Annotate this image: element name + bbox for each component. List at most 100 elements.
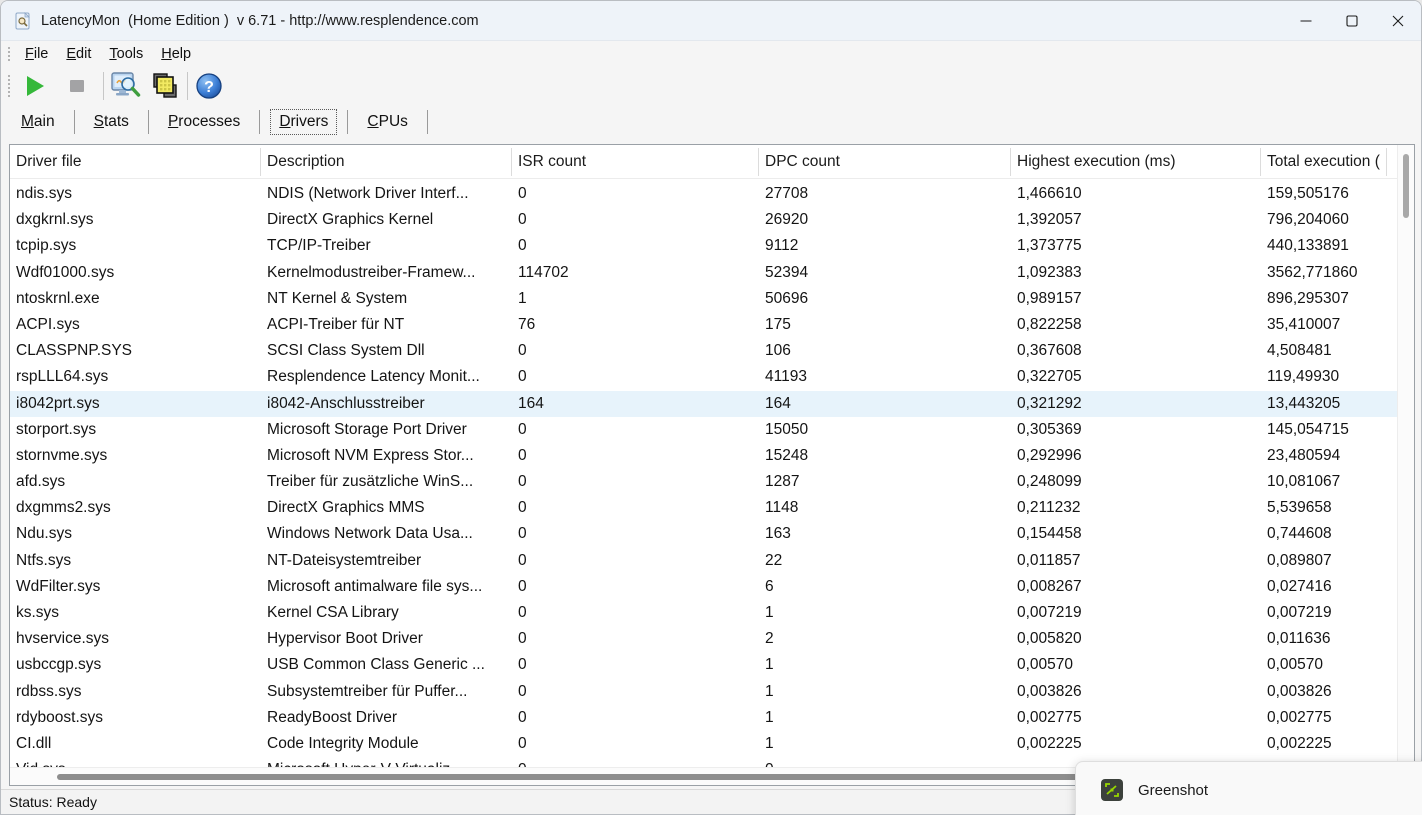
table-row[interactable]: rdbss.sys Subsystemtreiber für Puffer...… [10, 679, 1399, 705]
cell-highest-execution: 0,002225 [1017, 734, 1082, 752]
cell-total-execution: 159,505176 [1267, 185, 1349, 202]
cell-dpc-count: 9112 [765, 237, 799, 255]
table-row[interactable]: i8042prt.sys i8042-Anschlusstreiber 164 … [10, 390, 1399, 417]
cell-dpc-count: 27708 [765, 185, 809, 202]
cell-dpc-count: 1 [765, 734, 774, 752]
greenshot-toast[interactable]: Greenshot [1075, 761, 1422, 815]
cell-total-execution: 10,081067 [1267, 473, 1341, 491]
cell-dpc-count: 41193 [765, 368, 807, 386]
maximize-button[interactable] [1329, 1, 1375, 41]
table-row[interactable]: Ntfs.sys NT-Dateisystemtreiber 0 22 0,01… [10, 548, 1399, 574]
table-row[interactable]: tcpip.sys TCP/IP-Treiber 0 9112 1,373775… [10, 233, 1399, 259]
cell-dpc-count: 1287 [765, 473, 800, 491]
tab-cpus[interactable]: CPUs [358, 109, 417, 135]
cell-highest-execution: 0,305369 [1017, 420, 1082, 438]
cell-driver-file: CLASSPNP.SYS [16, 342, 133, 360]
table-row[interactable]: dxgkrnl.sys DirectX Graphics Kernel 0 26… [10, 207, 1399, 233]
cell-total-execution: 0,011636 [1267, 630, 1331, 648]
cell-highest-execution: 0,011857 [1017, 551, 1081, 569]
cell-description: USB Common Class Generic ... [267, 656, 485, 674]
cell-total-execution: 119,49930 [1267, 368, 1340, 386]
cell-driver-file: dxgmms2.sys [16, 499, 111, 517]
cell-isr-count: 0 [518, 708, 527, 726]
cell-description: NT Kernel & System [267, 289, 408, 307]
table-row[interactable]: ndis.sys NDIS (Network Driver Interf... … [10, 181, 1399, 207]
cell-dpc-count: 50696 [765, 289, 809, 307]
cell-description: Microsoft Storage Port Driver [267, 420, 467, 438]
column-header-isr-count[interactable]: ISR count [518, 145, 753, 179]
svg-text:?: ? [204, 79, 214, 96]
table-row[interactable]: rspLLL64.sys Resplendence Latency Monit.… [10, 364, 1399, 390]
column-header-highest-execution[interactable]: Highest execution (ms) [1017, 145, 1257, 179]
cell-driver-file: CI.dll [16, 734, 52, 752]
table-row[interactable]: WdFilter.sys Microsoft antimalware file … [10, 574, 1399, 600]
cell-highest-execution: 1,373775 [1017, 237, 1082, 255]
cell-isr-count: 0 [518, 342, 527, 360]
cell-total-execution: 0,002775 [1267, 708, 1332, 726]
cell-total-execution: 35,410007 [1267, 315, 1341, 333]
cell-isr-count: 164 [518, 394, 544, 412]
greenshot-icon [1101, 779, 1123, 801]
toolbar-separator [103, 72, 104, 100]
tab-stats[interactable]: Stats [85, 109, 138, 135]
table-row[interactable]: dxgmms2.sys DirectX Graphics MMS 0 1148 … [10, 495, 1399, 521]
cell-isr-count: 0 [518, 656, 527, 674]
table-row[interactable]: ntoskrnl.exe NT Kernel & System 1 50696 … [10, 286, 1399, 312]
cell-highest-execution: 0,211232 [1017, 499, 1081, 517]
column-header-description[interactable]: Description [267, 145, 510, 179]
cell-description: Hypervisor Boot Driver [267, 630, 423, 648]
tab-bar: Main Stats Processes Drivers CPUs [1, 106, 1421, 138]
horizontal-scrollbar-thumb[interactable] [57, 774, 1202, 780]
table-row[interactable]: CI.dll Code Integrity Module 0 1 0,00222… [10, 731, 1399, 757]
table-row[interactable]: stornvme.sys Microsoft NVM Express Stor.… [10, 443, 1399, 469]
menu-item-edit[interactable]: Edit [57, 44, 100, 64]
cell-driver-file: tcpip.sys [16, 237, 77, 255]
analyze-button[interactable] [108, 70, 142, 102]
menu-item-tools[interactable]: Tools [100, 44, 152, 64]
minimize-button[interactable] [1283, 1, 1329, 41]
cell-isr-count: 0 [518, 757, 753, 767]
cell-dpc-count: 15050 [765, 420, 809, 438]
stop-monitor-button[interactable] [60, 70, 94, 102]
table-row[interactable]: usbccgp.sys USB Common Class Generic ...… [10, 652, 1399, 678]
cell-isr-count: 0 [518, 237, 527, 255]
table-row[interactable]: hvservice.sys Hypervisor Boot Driver 0 2… [10, 626, 1399, 652]
column-header-total-execution[interactable]: Total execution ( [1267, 145, 1393, 179]
toast-app-name: Greenshot [1138, 781, 1209, 799]
vertical-scrollbar[interactable] [1397, 145, 1414, 767]
cell-isr-count: 0 [518, 185, 527, 202]
menu-item-file[interactable]: File [16, 44, 57, 64]
table-row[interactable]: Ndu.sys Windows Network Data Usa... 0 16… [10, 521, 1399, 547]
copy-report-button[interactable] [148, 70, 182, 102]
close-button[interactable] [1375, 1, 1421, 41]
cell-highest-execution: 0,008267 [1017, 577, 1082, 595]
cell-total-execution: 0,027416 [1267, 577, 1332, 595]
tab-drivers[interactable]: Drivers [270, 109, 338, 135]
table-row[interactable]: storport.sys Microsoft Storage Port Driv… [10, 417, 1399, 443]
start-monitor-button[interactable] [18, 70, 52, 102]
cell-description: TCP/IP-Treiber [267, 237, 371, 255]
cell-highest-execution: 0,321292 [1017, 394, 1082, 412]
cell-description: NDIS (Network Driver Interf... [267, 185, 469, 202]
minimize-icon [1300, 20, 1312, 22]
vertical-scrollbar-thumb[interactable] [1403, 154, 1409, 218]
cell-description: ACPI-Treiber für NT [267, 315, 405, 333]
cell-total-execution: 0,089807 [1267, 551, 1332, 569]
cell-driver-file: dxgkrnl.sys [16, 211, 94, 229]
column-header-driver-file[interactable]: Driver file [16, 145, 256, 179]
cell-dpc-count: 1 [765, 682, 774, 700]
table-row[interactable]: afd.sys Treiber für zusätzliche WinS... … [10, 469, 1399, 495]
column-header-dpc-count[interactable]: DPC count [765, 145, 1005, 179]
table-row[interactable]: ks.sys Kernel CSA Library 0 1 0,007219 0… [10, 600, 1399, 626]
table-row[interactable]: rdyboost.sys ReadyBoost Driver 0 1 0,002… [10, 705, 1399, 731]
tab-main[interactable]: Main [12, 109, 64, 135]
table-row[interactable]: Wdf01000.sys Kernelmodustreiber-Framew..… [10, 260, 1399, 286]
table-row[interactable]: CLASSPNP.SYS SCSI Class System Dll 0 106… [10, 338, 1399, 364]
table-row[interactable]: ACPI.sys ACPI-Treiber für NT 76 175 0,82… [10, 312, 1399, 338]
help-button[interactable]: ? [192, 70, 226, 102]
stop-icon [70, 80, 84, 92]
menu-item-help[interactable]: Help [152, 44, 200, 64]
cell-highest-execution: 0,248099 [1017, 473, 1082, 491]
status-text: Status: Ready [9, 794, 97, 810]
tab-processes[interactable]: Processes [159, 109, 249, 135]
